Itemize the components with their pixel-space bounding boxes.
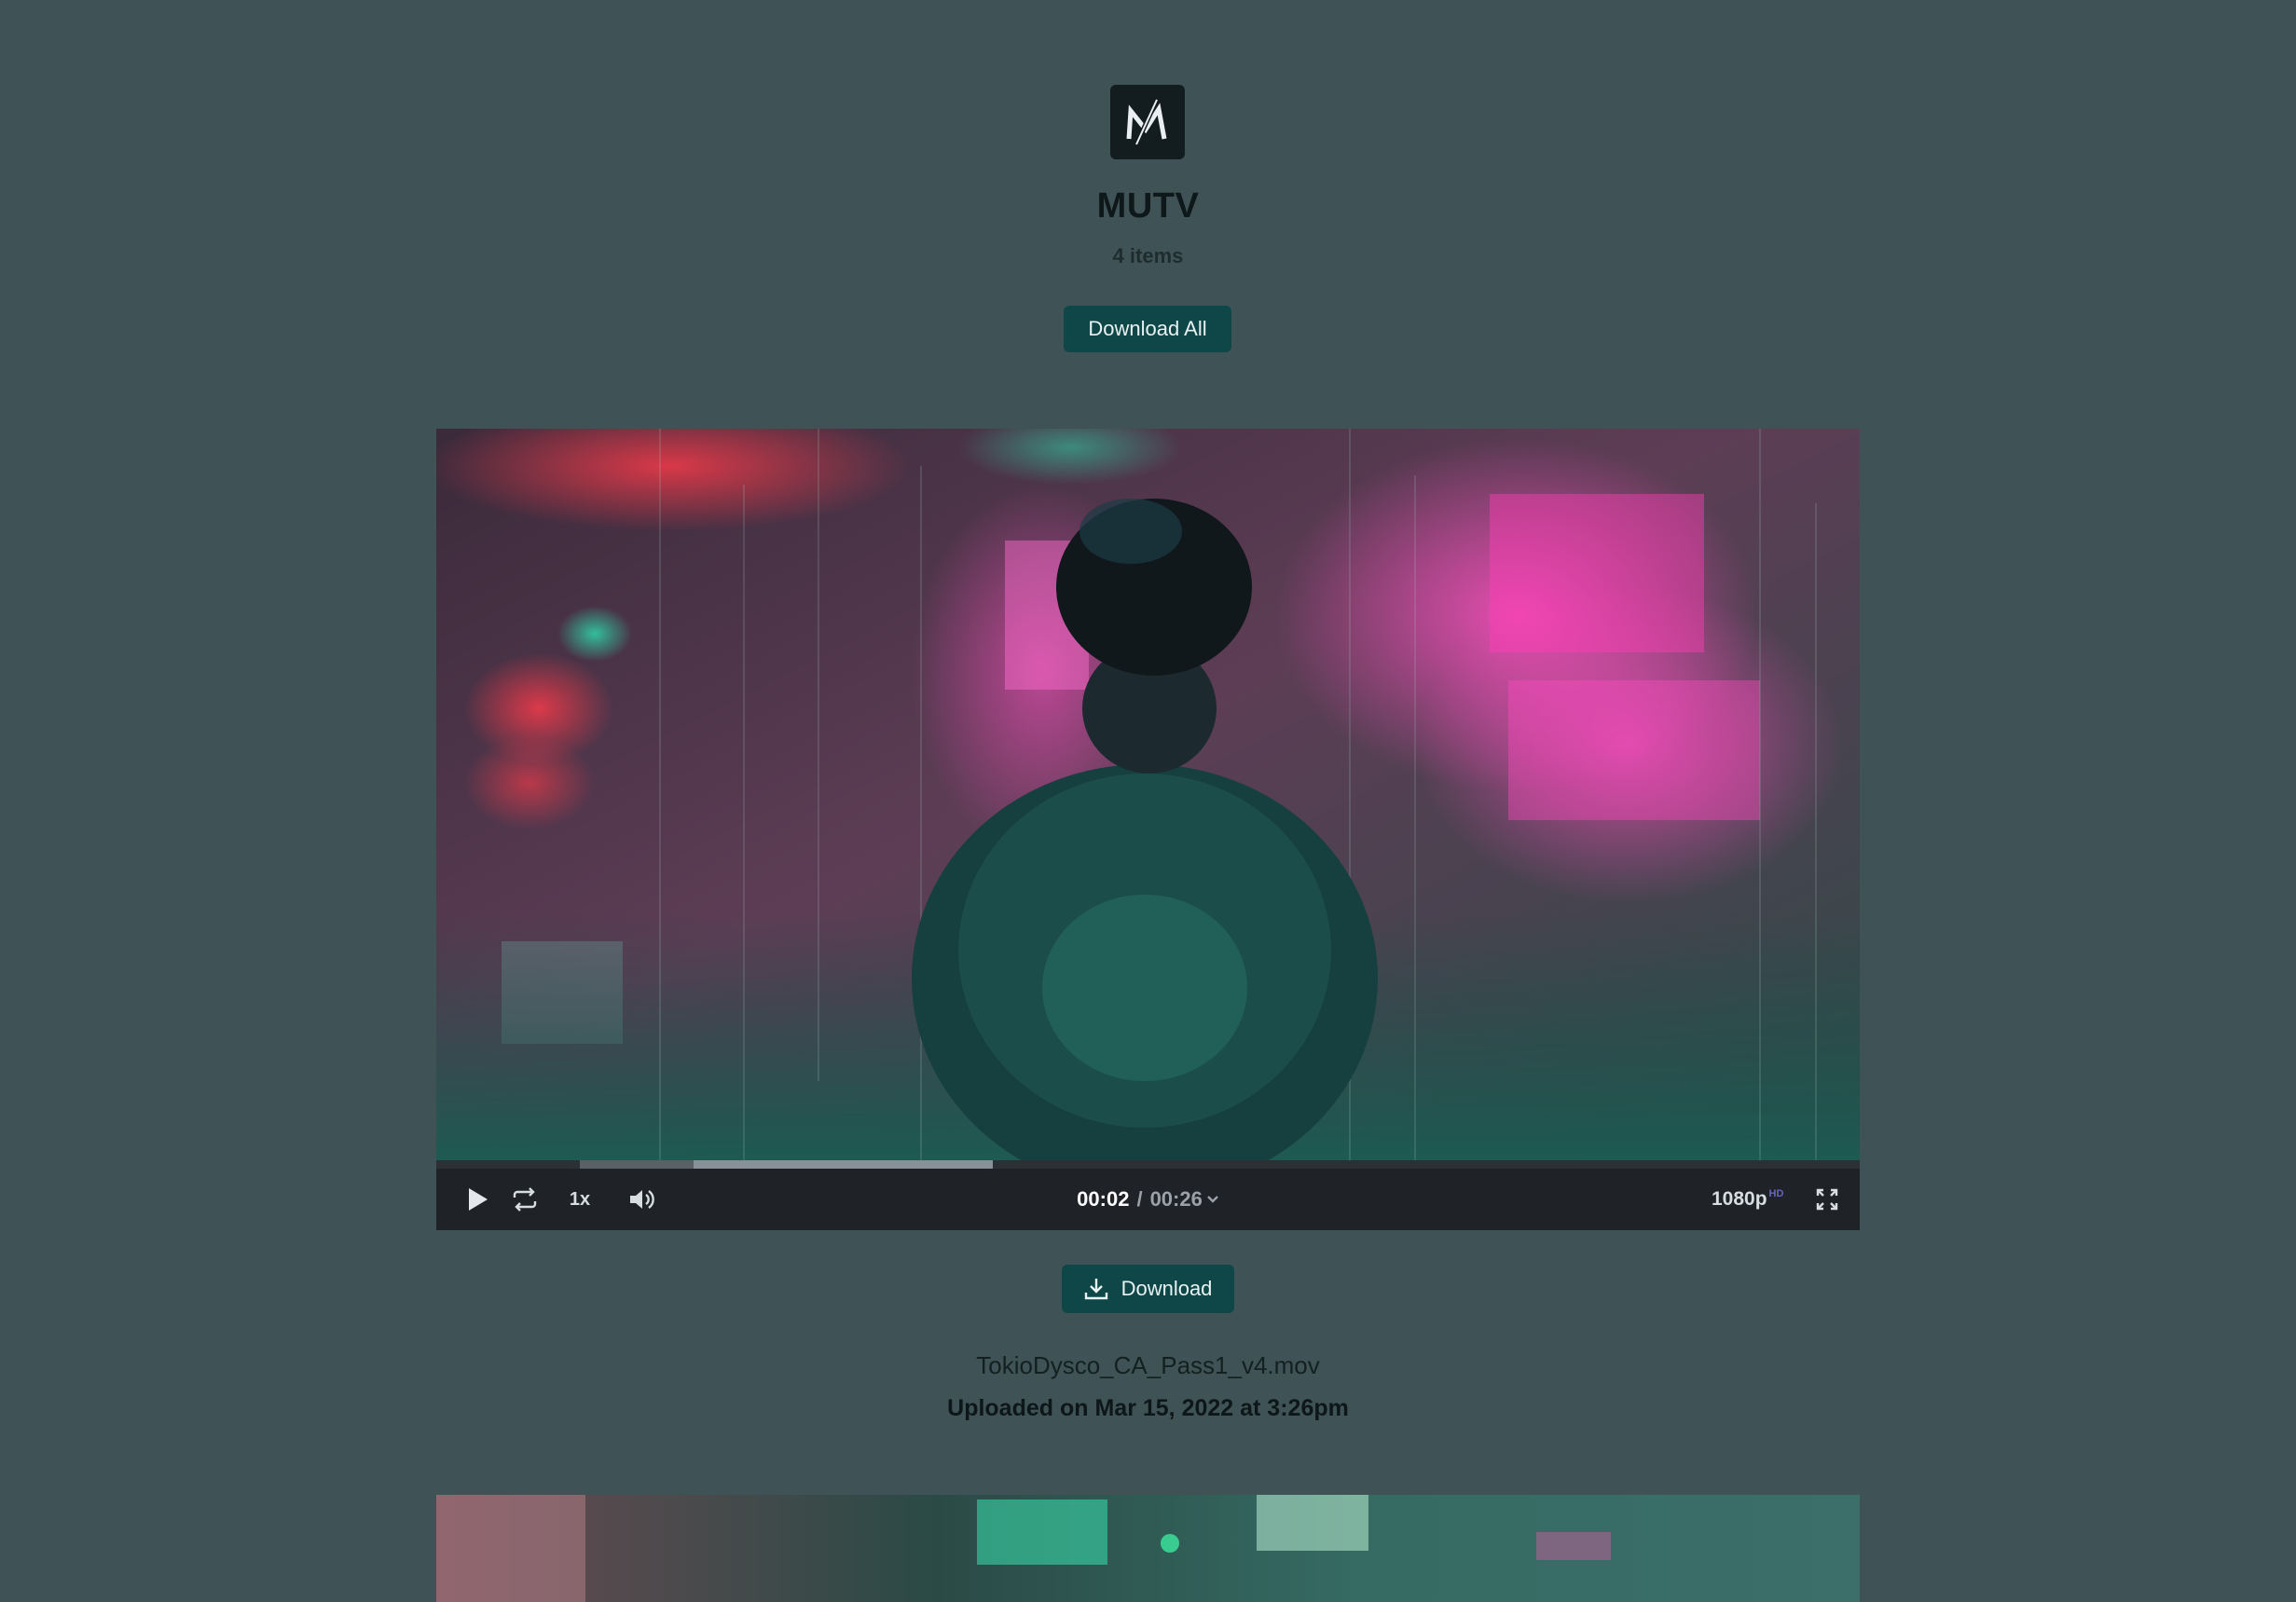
play-icon (469, 1188, 488, 1211)
file-name: TokioDysco_CA_Pass1_v4.mov (976, 1351, 1320, 1379)
loop-icon (513, 1187, 537, 1212)
download-all-button[interactable]: Download All (1064, 306, 1231, 352)
speed-button[interactable]: 1x (561, 1169, 598, 1230)
download-label: Download (1121, 1277, 1213, 1300)
chevron-down-icon[interactable] (1206, 1192, 1219, 1207)
download-all-label: Download All (1088, 317, 1207, 340)
fullscreen-icon (1816, 1188, 1838, 1211)
player-controls: 1x 00:02 / 00:26 1080p HD (436, 1169, 1860, 1230)
loop-button[interactable] (505, 1169, 544, 1230)
progress-played (580, 1160, 694, 1169)
item-count: 4 items (1112, 244, 1184, 267)
next-video-thumbnail[interactable] (436, 1495, 1860, 1602)
collection-title: MUTV (1096, 186, 1200, 226)
video-player[interactable]: 1x 00:02 / 00:26 1080p HD (436, 429, 1860, 1230)
download-button[interactable]: Download (1062, 1265, 1234, 1313)
video-frame[interactable] (436, 429, 1860, 1160)
quality-label: 1080p (1712, 1188, 1767, 1210)
volume-icon (630, 1190, 654, 1209)
time-separator: / (1136, 1187, 1143, 1211)
m-logo-icon (1110, 85, 1185, 159)
quality-selector[interactable]: 1080p HD (1712, 1169, 1783, 1230)
page: MUTV 4 items Download All 1x 00:02 / 00:… (0, 0, 2296, 1602)
fullscreen-button[interactable] (1810, 1169, 1844, 1230)
duration: 00:26 (1149, 1187, 1203, 1211)
play-button[interactable] (459, 1169, 496, 1230)
hd-badge: HD (1768, 1188, 1784, 1199)
upload-date: Uploaded on Mar 15, 2022 at 3:26pm (947, 1395, 1349, 1421)
progress-bar[interactable] (436, 1160, 1860, 1169)
current-time: 00:02 (1077, 1187, 1130, 1211)
download-icon (1084, 1279, 1107, 1300)
volume-button[interactable] (625, 1169, 658, 1230)
